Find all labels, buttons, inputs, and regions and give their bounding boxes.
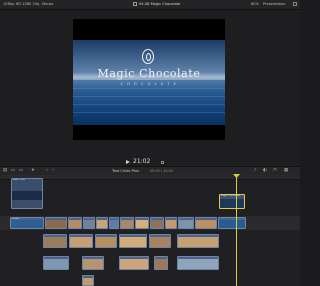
timecode-display: 21:02 [133, 158, 151, 165]
storyline-clip[interactable] [96, 217, 108, 229]
audio-skimming-icon[interactable]: ♪ [252, 168, 258, 173]
clip-thumbnail [220, 199, 244, 208]
clip-thumbnail [178, 259, 218, 269]
append-icon[interactable]: ▭ [10, 168, 16, 173]
clip-thumbnail [120, 259, 148, 269]
connected-clip[interactable] [82, 256, 104, 270]
clip-thumbnail [44, 237, 66, 247]
connected-title-clip[interactable]: Basic Title [11, 178, 43, 209]
clip-thumbnail [83, 278, 93, 285]
connected-clip[interactable] [154, 256, 168, 270]
ocean-image: Magic Chocolate C H O C O L A T E [73, 40, 225, 125]
forward-icon[interactable]: › [50, 168, 56, 173]
overwrite-icon[interactable]: ▭ [18, 168, 24, 173]
wave-line [73, 88, 225, 89]
overlay-title: Magic Chocolate [97, 67, 201, 80]
wave-line [73, 104, 225, 105]
fullscreen-playback-icon[interactable] [161, 161, 164, 164]
clip-thumbnail [84, 220, 94, 228]
storyline-clip[interactable] [195, 217, 217, 229]
clip-thumbnail [155, 259, 167, 269]
snapping-icon[interactable]: ⊓ [272, 168, 278, 173]
clip-thumbnail [12, 191, 42, 200]
storyline-clip[interactable] [150, 217, 164, 229]
fullscreen-icon[interactable] [293, 2, 297, 6]
view-popup[interactable]: Presentation [263, 0, 286, 9]
connected-clip[interactable] [43, 234, 67, 248]
zoom-popup[interactable]: 60% [251, 0, 259, 9]
clip-thumbnail [44, 259, 68, 269]
timeline-ruler[interactable] [0, 175, 300, 180]
clip-thumbnail [150, 237, 170, 247]
cocoa-bean-logo [142, 49, 154, 64]
connected-clip[interactable] [119, 234, 147, 248]
project-duration: 00:00 / 10:00 [150, 169, 173, 173]
connected-clip[interactable] [119, 256, 149, 270]
storyline-clip[interactable] [165, 217, 177, 229]
timeline[interactable]: Basic Title Magic Chocolate Ocean [0, 174, 300, 286]
clip-thumbnail [11, 220, 43, 228]
connected-clip[interactable] [177, 256, 219, 270]
storyline-clip[interactable]: Ocean [10, 217, 44, 229]
clip-thumbnail [196, 220, 216, 228]
clip-thumbnail [83, 259, 103, 269]
clip-thumbnail [97, 220, 107, 228]
play-icon[interactable] [126, 160, 130, 164]
window-title: 04-08 Magic Chocolate [139, 2, 181, 6]
storyline-clip[interactable] [120, 217, 134, 229]
clip-thumbnail [110, 220, 118, 228]
clip-thumbnail [46, 220, 66, 228]
storyline-clip[interactable] [178, 217, 194, 229]
storyline-clip[interactable] [68, 217, 82, 229]
selected-title-clip[interactable]: Magic Chocolate [219, 194, 245, 209]
connected-clip[interactable] [149, 234, 171, 248]
clip-thumbnail [179, 220, 193, 228]
wave-line [73, 96, 225, 97]
clip-appearance-icon[interactable]: ▦ [283, 168, 289, 173]
clip-thumbnail [96, 237, 116, 247]
arrow-tool-icon[interactable]: ➤ [30, 168, 36, 173]
project-format-info: 1080p HD 1080 25p, Stereo [3, 2, 54, 6]
connected-clip[interactable] [82, 275, 94, 286]
storyline-clip[interactable] [135, 217, 149, 229]
overlay-subtitle: C H O C O L A T E [120, 82, 178, 86]
clip-thumbnail [136, 220, 148, 228]
clip-thumbnail [120, 237, 146, 247]
project-name[interactable]: Text Circle Plus [112, 168, 139, 174]
index-icon[interactable]: ▤ [2, 168, 8, 173]
playhead[interactable] [236, 175, 237, 286]
wave-line [73, 112, 225, 113]
viewer-frame: Magic Chocolate C H O C O L A T E [73, 19, 225, 140]
clip-thumbnail [219, 220, 245, 228]
viewer: Magic Chocolate C H O C O L A T E [0, 10, 300, 158]
connected-clip[interactable] [95, 234, 117, 248]
storyline-clip[interactable] [45, 217, 67, 229]
clip-thumbnail [166, 220, 176, 228]
clip-thumbnail [151, 220, 163, 228]
solo-icon[interactable]: ◐ [262, 168, 268, 173]
clip-label: Basic Title [13, 178, 25, 181]
storyline-clip[interactable] [218, 217, 246, 229]
transport-bar: 21:02 [0, 158, 300, 166]
connected-clip[interactable] [177, 234, 219, 248]
clip-thumbnail [69, 220, 81, 228]
storyline-clip[interactable] [83, 217, 95, 229]
connected-clip[interactable] [69, 234, 93, 248]
primary-storyline[interactable]: Ocean [0, 216, 300, 230]
top-bar: 1080p HD 1080 25p, Stereo 04-08 Magic Ch… [0, 0, 300, 10]
clapper-icon [133, 2, 137, 6]
clip-thumbnail [121, 220, 133, 228]
clip-thumbnail [178, 237, 218, 247]
connected-clip[interactable] [43, 256, 69, 270]
clip-label: Magic Chocolate [221, 194, 240, 197]
clip-thumbnail [70, 237, 92, 247]
storyline-clip[interactable] [109, 217, 119, 229]
